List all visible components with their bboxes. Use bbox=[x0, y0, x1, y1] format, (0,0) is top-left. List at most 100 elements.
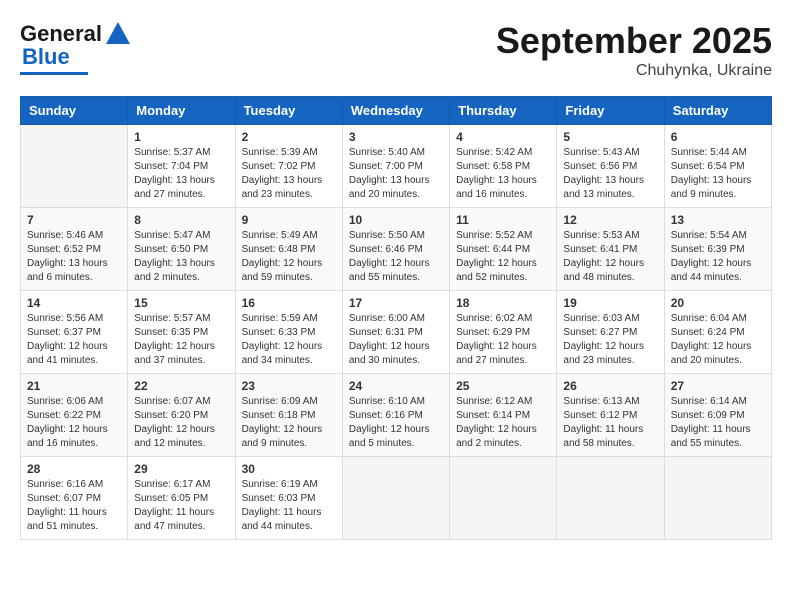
day-info: Sunrise: 6:02 AMSunset: 6:29 PMDaylight:… bbox=[456, 312, 550, 368]
day-info: Sunrise: 6:16 AMSunset: 6:07 PMDaylight:… bbox=[27, 478, 121, 534]
title-section: September 2025 Chuhynka, Ukraine bbox=[496, 20, 772, 80]
day-info: Sunrise: 5:54 AMSunset: 6:39 PMDaylight:… bbox=[671, 229, 765, 285]
table-row: 1Sunrise: 5:37 AMSunset: 7:04 PMDaylight… bbox=[128, 125, 235, 208]
table-row: 27Sunrise: 6:14 AMSunset: 6:09 PMDayligh… bbox=[664, 374, 771, 457]
table-row bbox=[557, 457, 664, 540]
day-number: 2 bbox=[242, 130, 336, 144]
day-number: 28 bbox=[27, 462, 121, 476]
day-info: Sunrise: 6:04 AMSunset: 6:24 PMDaylight:… bbox=[671, 312, 765, 368]
table-row: 3 Sunrise: 5:40 AMSunset: 7:00 PMDaylight… bbox=[342, 125, 449, 208]
day-info: Sunrise: 5:39 AMSunset: 7:02 PMDaylight:… bbox=[242, 146, 336, 202]
table-row bbox=[450, 457, 557, 540]
day-info: Sunrise: 5:59 AMSunset: 6:33 PMDaylight:… bbox=[242, 312, 336, 368]
day-info: Sunrise: 5:57 AMSunset: 6:35 PMDaylight:… bbox=[134, 312, 228, 368]
table-row: 10 Sunrise: 5:50 AMSunset: 6:46 PMDayligh… bbox=[342, 208, 449, 291]
day-number: 19 bbox=[563, 296, 657, 310]
day-info: Sunrise: 6:06 AMSunset: 6:22 PMDaylight:… bbox=[27, 395, 121, 451]
day-number: 13 bbox=[671, 213, 765, 227]
table-row bbox=[342, 457, 449, 540]
table-row bbox=[21, 125, 128, 208]
col-friday: Friday bbox=[557, 97, 664, 125]
day-number: 14 bbox=[27, 296, 121, 310]
calendar-week-row: 28 Sunrise: 6:16 AMSunset: 6:07 PMDayligh… bbox=[21, 457, 772, 540]
calendar-title: September 2025 bbox=[496, 20, 772, 62]
page-header: General Blue September 2025 Chuhynka, Uk… bbox=[20, 20, 772, 80]
col-thursday: Thursday bbox=[450, 97, 557, 125]
day-number: 11 bbox=[456, 213, 550, 227]
day-info: Sunrise: 5:47 AMSunset: 6:50 PMDaylight:… bbox=[134, 229, 228, 285]
table-row: 17Sunrise: 6:00 AMSunset: 6:31 PMDayligh… bbox=[342, 291, 449, 374]
table-row: 22 Sunrise: 6:07 AMSunset: 6:20 PMDayligh… bbox=[128, 374, 235, 457]
day-info: Sunrise: 5:40 AMSunset: 7:00 PMDaylight:… bbox=[349, 146, 443, 202]
day-number: 8 bbox=[134, 213, 228, 227]
day-info: Sunrise: 6:03 AMSunset: 6:27 PMDaylight:… bbox=[563, 312, 657, 368]
day-number: 6 bbox=[671, 130, 765, 144]
col-monday: Monday bbox=[128, 97, 235, 125]
day-info: Sunrise: 6:00 AMSunset: 6:31 PMDaylight:… bbox=[349, 312, 443, 368]
day-info: Sunrise: 6:13 AMSunset: 6:12 PMDaylight:… bbox=[563, 395, 657, 451]
day-info: Sunrise: 5:44 AMSunset: 6:54 PMDaylight:… bbox=[671, 146, 765, 202]
table-row: 6 Sunrise: 5:44 AMSunset: 6:54 PMDaylight… bbox=[664, 125, 771, 208]
table-row: 28 Sunrise: 6:16 AMSunset: 6:07 PMDayligh… bbox=[21, 457, 128, 540]
day-number: 21 bbox=[27, 379, 121, 393]
day-number: 7 bbox=[27, 213, 121, 227]
day-info: Sunrise: 5:52 AMSunset: 6:44 PMDaylight:… bbox=[456, 229, 550, 285]
day-info: Sunrise: 5:37 AMSunset: 7:04 PMDaylight:… bbox=[134, 146, 228, 202]
calendar-week-row: 21 Sunrise: 6:06 AMSunset: 6:22 PMDayligh… bbox=[21, 374, 772, 457]
table-row: 11 Sunrise: 5:52 AMSunset: 6:44 PMDayligh… bbox=[450, 208, 557, 291]
day-number: 5 bbox=[563, 130, 657, 144]
table-row: 12 Sunrise: 5:53 AMSunset: 6:41 PMDayligh… bbox=[557, 208, 664, 291]
day-number: 18 bbox=[456, 296, 550, 310]
day-info: Sunrise: 6:17 AMSunset: 6:05 PMDaylight:… bbox=[134, 478, 228, 534]
col-wednesday: Wednesday bbox=[342, 97, 449, 125]
table-row: 20 Sunrise: 6:04 AMSunset: 6:24 PMDayligh… bbox=[664, 291, 771, 374]
day-info: Sunrise: 6:07 AMSunset: 6:20 PMDaylight:… bbox=[134, 395, 228, 451]
calendar-table: Sunday Monday Tuesday Wednesday Thursday… bbox=[20, 96, 772, 540]
day-number: 9 bbox=[242, 213, 336, 227]
table-row: 23Sunrise: 6:09 AMSunset: 6:18 PMDayligh… bbox=[235, 374, 342, 457]
day-number: 25 bbox=[456, 379, 550, 393]
day-number: 26 bbox=[563, 379, 657, 393]
day-info: Sunrise: 5:53 AMSunset: 6:41 PMDaylight:… bbox=[563, 229, 657, 285]
logo-underline bbox=[20, 72, 88, 75]
day-number: 12 bbox=[563, 213, 657, 227]
day-number: 3 bbox=[349, 130, 443, 144]
table-row: 9 Sunrise: 5:49 AMSunset: 6:48 PMDaylight… bbox=[235, 208, 342, 291]
day-number: 16 bbox=[242, 296, 336, 310]
logo-icon bbox=[104, 20, 132, 48]
day-info: Sunrise: 5:56 AMSunset: 6:37 PMDaylight:… bbox=[27, 312, 121, 368]
day-number: 22 bbox=[134, 379, 228, 393]
day-number: 10 bbox=[349, 213, 443, 227]
day-info: Sunrise: 5:49 AMSunset: 6:48 PMDaylight:… bbox=[242, 229, 336, 285]
day-number: 20 bbox=[671, 296, 765, 310]
day-number: 29 bbox=[134, 462, 228, 476]
table-row: 14 Sunrise: 5:56 AMSunset: 6:37 PMDayligh… bbox=[21, 291, 128, 374]
logo: General Blue bbox=[20, 20, 132, 75]
table-row: 26 Sunrise: 6:13 AMSunset: 6:12 PMDayligh… bbox=[557, 374, 664, 457]
calendar-subtitle: Chuhynka, Ukraine bbox=[496, 62, 772, 80]
table-row: 2 Sunrise: 5:39 AMSunset: 7:02 PMDaylight… bbox=[235, 125, 342, 208]
table-row: 19 Sunrise: 6:03 AMSunset: 6:27 PMDayligh… bbox=[557, 291, 664, 374]
calendar-week-row: 1Sunrise: 5:37 AMSunset: 7:04 PMDaylight… bbox=[21, 125, 772, 208]
day-number: 30 bbox=[242, 462, 336, 476]
table-row: 8 Sunrise: 5:47 AMSunset: 6:50 PMDaylight… bbox=[128, 208, 235, 291]
col-sunday: Sunday bbox=[21, 97, 128, 125]
table-row: 21 Sunrise: 6:06 AMSunset: 6:22 PMDayligh… bbox=[21, 374, 128, 457]
day-info: Sunrise: 5:43 AMSunset: 6:56 PMDaylight:… bbox=[563, 146, 657, 202]
col-tuesday: Tuesday bbox=[235, 97, 342, 125]
calendar-header-row: Sunday Monday Tuesday Wednesday Thursday… bbox=[21, 97, 772, 125]
table-row: 16 Sunrise: 5:59 AMSunset: 6:33 PMDayligh… bbox=[235, 291, 342, 374]
day-info: Sunrise: 5:50 AMSunset: 6:46 PMDaylight:… bbox=[349, 229, 443, 285]
day-info: Sunrise: 6:12 AMSunset: 6:14 PMDaylight:… bbox=[456, 395, 550, 451]
table-row bbox=[664, 457, 771, 540]
table-row: 25 Sunrise: 6:12 AMSunset: 6:14 PMDayligh… bbox=[450, 374, 557, 457]
calendar-week-row: 14 Sunrise: 5:56 AMSunset: 6:37 PMDayligh… bbox=[21, 291, 772, 374]
day-number: 23 bbox=[242, 379, 336, 393]
table-row: 5 Sunrise: 5:43 AMSunset: 6:56 PMDaylight… bbox=[557, 125, 664, 208]
day-number: 4 bbox=[456, 130, 550, 144]
day-info: Sunrise: 6:10 AMSunset: 6:16 PMDaylight:… bbox=[349, 395, 443, 451]
day-info: Sunrise: 6:14 AMSunset: 6:09 PMDaylight:… bbox=[671, 395, 765, 451]
day-info: Sunrise: 6:19 AMSunset: 6:03 PMDaylight:… bbox=[242, 478, 336, 534]
table-row: 24Sunrise: 6:10 AMSunset: 6:16 PMDayligh… bbox=[342, 374, 449, 457]
logo-text-blue: Blue bbox=[22, 44, 70, 70]
